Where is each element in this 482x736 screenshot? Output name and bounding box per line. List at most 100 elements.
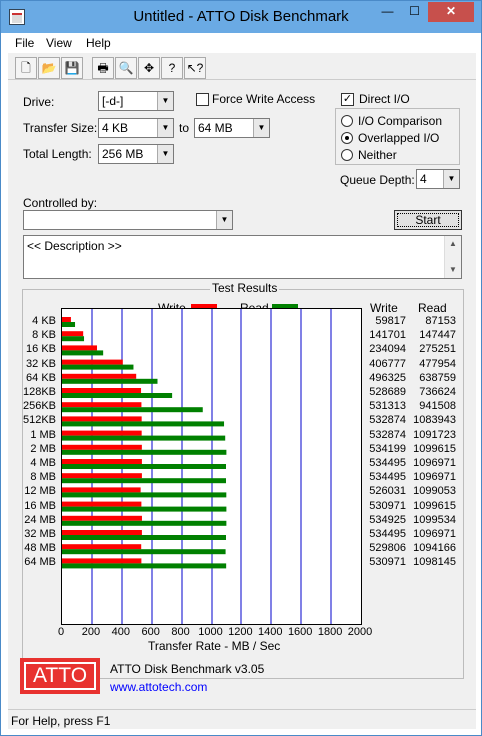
- write-value: 531313: [369, 400, 406, 413]
- chevron-down-icon[interactable]: ▼: [157, 145, 173, 163]
- x-tick-label: 2000: [347, 626, 373, 638]
- size-label: 8 KB: [32, 329, 56, 342]
- help-icon[interactable]: ?: [161, 57, 183, 79]
- read-bar: [62, 549, 226, 555]
- write-value: 526031: [369, 485, 406, 498]
- description-scrollbar[interactable]: ▲ ▼: [444, 236, 461, 278]
- write-bar: [62, 501, 142, 507]
- chevron-down-icon[interactable]: ▼: [157, 119, 173, 137]
- move-icon[interactable]: ✥: [138, 57, 160, 79]
- start-label: Start: [415, 213, 441, 227]
- write-bar: [62, 444, 142, 450]
- atto-logo-text: ATTO: [24, 662, 96, 690]
- neither-radio[interactable]: [341, 149, 353, 161]
- read-bar: [62, 506, 227, 512]
- maximize-button[interactable]: ☐: [401, 2, 428, 22]
- write-bar: [62, 402, 142, 408]
- controlled-by-label: Controlled by:: [23, 196, 98, 210]
- size-label: 2 MB: [30, 442, 56, 455]
- read-value: 87153: [425, 315, 456, 327]
- chevron-down-icon[interactable]: ▼: [253, 119, 269, 137]
- direct-io-checkbox[interactable]: ✓: [341, 93, 354, 106]
- to-label: to: [179, 121, 190, 135]
- print-preview-icon[interactable]: 🔍: [115, 57, 137, 79]
- close-button[interactable]: ✕: [428, 2, 474, 22]
- overlapped-io-radio[interactable]: [341, 132, 353, 144]
- read-value: 477954: [419, 357, 456, 370]
- read-bar: [62, 407, 203, 413]
- context-help-icon[interactable]: ↖?: [184, 57, 206, 79]
- write-value: 496325: [369, 371, 406, 384]
- write-value: 534495: [369, 471, 406, 484]
- menu-help[interactable]: Help: [86, 36, 111, 50]
- write-value: 59817: [375, 315, 406, 327]
- start-button[interactable]: Start: [394, 210, 462, 230]
- io-comparison-radio[interactable]: [341, 115, 353, 127]
- chevron-down-icon[interactable]: ▼: [157, 92, 173, 110]
- client-area: File View Help 🗋 📂 💾 🖶 🔍 ✥ ? ↖? Drive: […: [8, 33, 476, 729]
- toolbar: 🗋 📂 💾 🖶 🔍 ✥ ? ↖?: [8, 54, 476, 80]
- read-value: 941508: [419, 400, 456, 413]
- total-length-label: Total Length:: [23, 147, 92, 161]
- read-bar: [62, 492, 227, 498]
- description-box[interactable]: << Description >> ▲ ▼: [23, 235, 462, 279]
- write-bar: [62, 430, 142, 436]
- read-bar: [62, 421, 225, 427]
- transfer-from-value: 4 KB: [102, 121, 129, 135]
- transfer-from-select[interactable]: 4 KB ▼: [98, 118, 174, 138]
- write-value: 530971: [369, 499, 406, 512]
- read-bar: [62, 364, 134, 370]
- read-value: 1099053: [413, 485, 456, 498]
- app-window: Untitled - ATTO Disk Benchmark — ☐ ✕ Fil…: [0, 0, 482, 736]
- scroll-up-icon[interactable]: ▲: [445, 236, 461, 252]
- read-bar: [62, 464, 227, 469]
- title-bar[interactable]: Untitled - ATTO Disk Benchmark — ☐ ✕: [1, 1, 481, 33]
- neither-label: Neither: [358, 148, 397, 162]
- read-value: 1091723: [413, 428, 456, 441]
- write-value: 406777: [369, 357, 406, 370]
- queue-depth-select[interactable]: 4 ▼: [416, 169, 460, 189]
- size-label: 48 MB: [24, 542, 56, 555]
- atto-logo: ATTO: [20, 658, 100, 694]
- controlled-by-select[interactable]: ▼: [23, 210, 233, 230]
- total-length-select[interactable]: 256 MB ▼: [98, 144, 174, 164]
- read-value: 638759: [419, 371, 456, 384]
- read-bar: [62, 336, 85, 342]
- write-value: 528689: [369, 386, 406, 398]
- drive-value: [-d-]: [102, 94, 124, 108]
- transfer-to-select[interactable]: 64 MB ▼: [194, 118, 270, 138]
- new-file-icon[interactable]: 🗋: [15, 57, 37, 79]
- read-value: 1096971: [413, 471, 456, 484]
- write-bar: [62, 359, 123, 365]
- size-label: 64 KB: [26, 371, 56, 384]
- read-value: 1083943: [413, 414, 456, 427]
- read-bar: [62, 563, 227, 569]
- scroll-down-icon[interactable]: ▼: [445, 262, 461, 278]
- print-icon[interactable]: 🖶: [92, 57, 114, 79]
- write-bar: [62, 558, 142, 564]
- size-label: 128KB: [22, 386, 56, 398]
- open-folder-icon[interactable]: 📂: [38, 57, 60, 79]
- drive-select[interactable]: [-d-] ▼: [98, 91, 174, 111]
- write-value: 534495: [369, 457, 406, 469]
- drive-label: Drive:: [23, 95, 55, 109]
- transfer-to-value: 64 MB: [198, 121, 233, 135]
- write-bar: [62, 544, 142, 550]
- write-value: 534925: [369, 513, 406, 526]
- status-bar: For Help, press F1: [8, 709, 476, 729]
- write-bar: [62, 345, 97, 351]
- write-value: 532874: [369, 414, 406, 427]
- overlapped-io-label: Overlapped I/O: [358, 131, 440, 145]
- write-bar: [62, 317, 71, 322]
- chevron-down-icon[interactable]: ▼: [216, 211, 232, 229]
- write-value: 234094: [369, 343, 406, 356]
- menu-file[interactable]: File: [15, 36, 34, 50]
- save-icon[interactable]: 💾: [61, 57, 83, 79]
- minimize-button[interactable]: —: [374, 2, 401, 22]
- force-write-checkbox[interactable]: [196, 93, 209, 106]
- read-bar: [62, 520, 227, 526]
- read-value: 1098145: [413, 556, 456, 569]
- menu-view[interactable]: View: [46, 36, 72, 50]
- chevron-down-icon[interactable]: ▼: [443, 170, 459, 188]
- website-link[interactable]: www.attotech.com: [110, 680, 207, 694]
